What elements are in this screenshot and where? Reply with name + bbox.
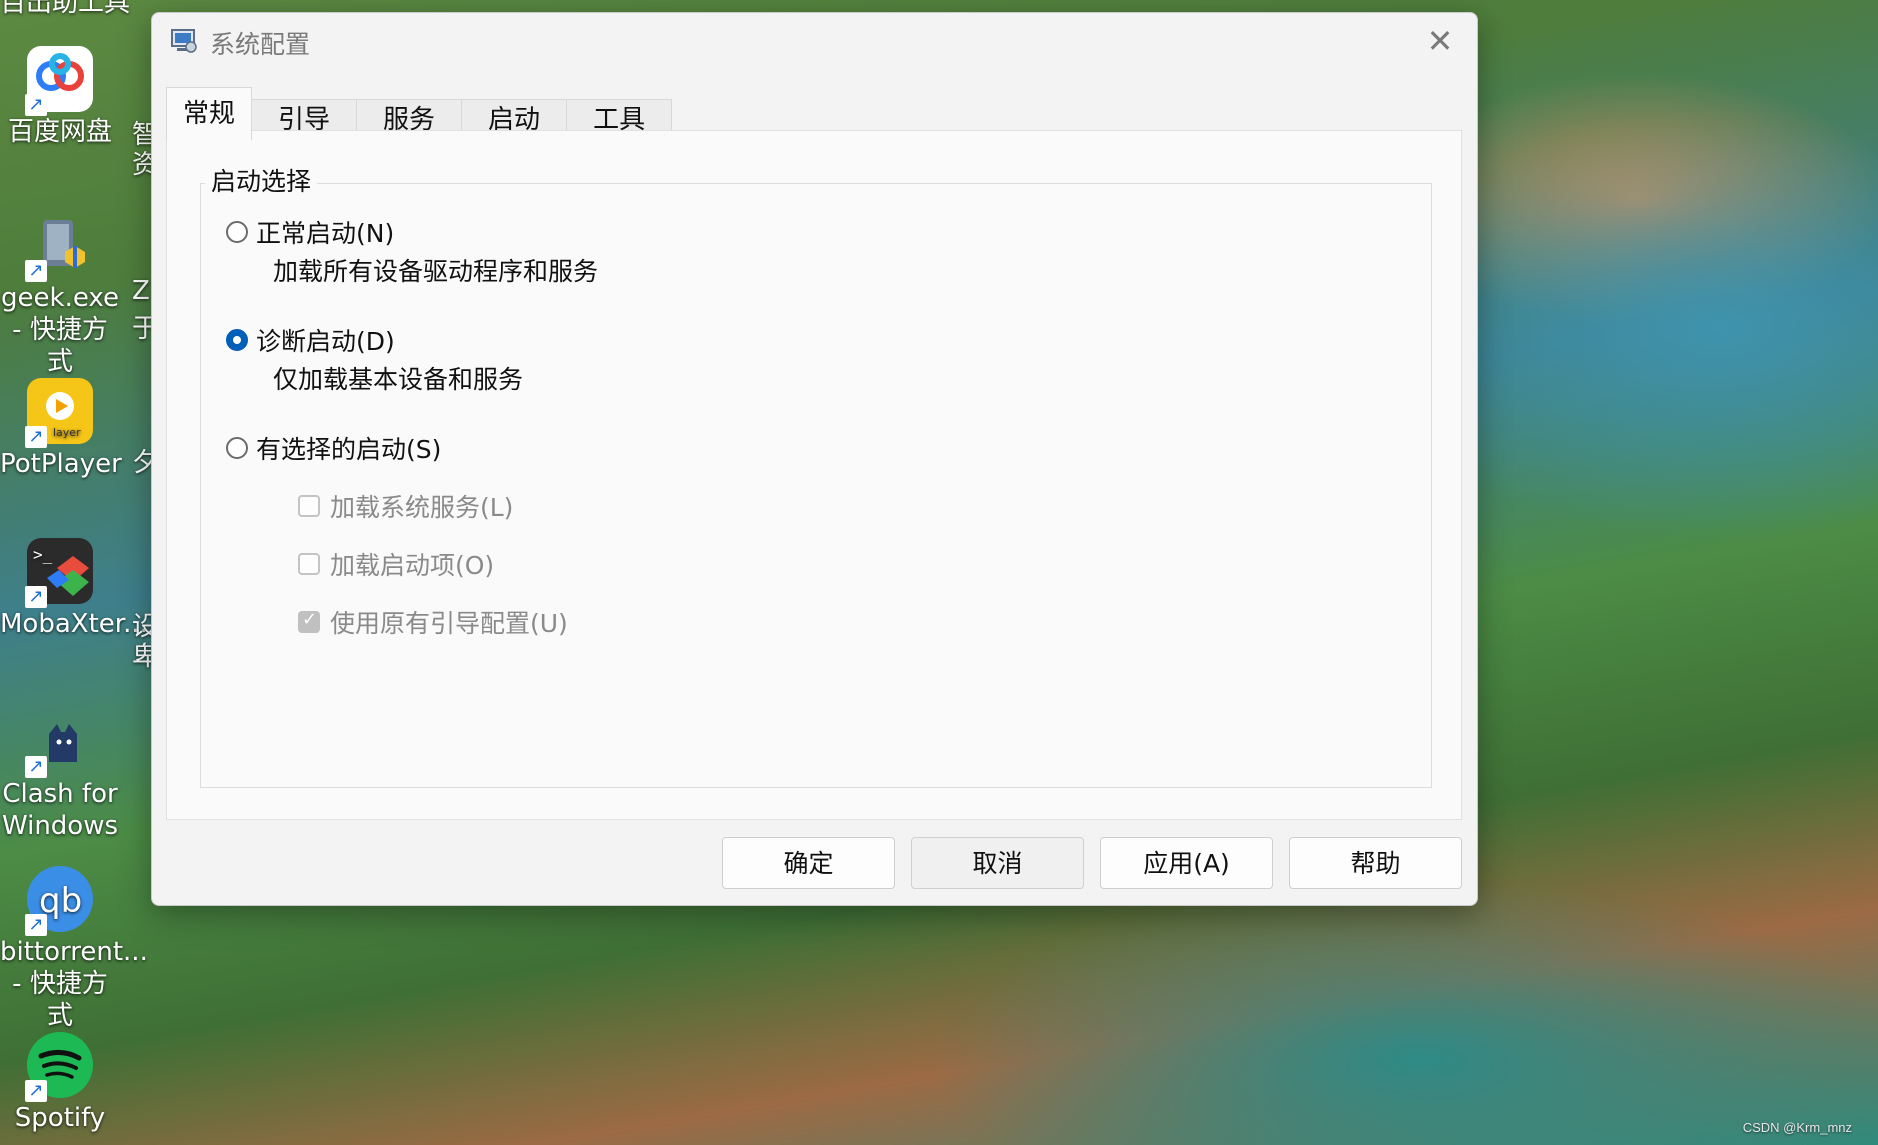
- svg-text:>_: >_: [33, 545, 53, 564]
- mobaxterm-icon: >_ ↗: [25, 538, 93, 608]
- radio-button-checked[interactable]: [226, 329, 248, 351]
- checkbox-disabled-checked[interactable]: [298, 609, 320, 633]
- radio-selective-startup[interactable]: 有选择的启动(S): [226, 430, 441, 466]
- shortcut-arrow-icon: ↗: [25, 260, 47, 282]
- desktop-icon-label: geek.exe - 快捷方式: [1, 283, 119, 377]
- tab-general[interactable]: 常规: [166, 87, 253, 140]
- radio-label: 正常启动(N): [256, 219, 395, 248]
- svg-text:layer: layer: [53, 426, 81, 439]
- shortcut-arrow-icon: ↗: [25, 586, 47, 608]
- spotify-icon: ↗: [25, 1032, 93, 1102]
- startup-selection-group: 启动选择 正常启动(N) 加载所有设备驱动程序和服务 诊断启动(D) 仅加载基本…: [200, 162, 1432, 788]
- desktop-icon-label: MobaXter...: [0, 609, 148, 639]
- desktop-icon-clash[interactable]: ↗ Clash for Windows: [0, 708, 120, 842]
- radio-label: 有选择的启动(S): [256, 435, 442, 464]
- radio-normal-startup[interactable]: 正常启动(N): [226, 214, 394, 250]
- apply-button[interactable]: 应用(A): [1100, 837, 1273, 889]
- ok-button[interactable]: 确定: [722, 837, 895, 889]
- desktop-icon-label: Clash for Windows: [1, 779, 119, 841]
- msconfig-app-icon: [170, 27, 198, 55]
- radio-button[interactable]: [226, 221, 248, 243]
- desktop-icon-mobaxterm[interactable]: >_ ↗ MobaXter...: [0, 538, 148, 640]
- general-tab-panel: 启动选择 正常启动(N) 加载所有设备驱动程序和服务 诊断启动(D) 仅加载基本…: [166, 130, 1462, 820]
- desktop-icon-label: PotPlayer: [0, 449, 122, 479]
- dialog-title: 系统配置: [210, 30, 311, 59]
- system-configuration-dialog: 系统配置 ✕ 常规 引导 服务 启动 工具 启动选择 正常启动(N) 加载所有设…: [151, 12, 1478, 906]
- dialog-titlebar[interactable]: 系统配置 ✕: [152, 13, 1477, 83]
- checkbox-use-original-boot-config[interactable]: 使用原有引导配置(U): [298, 604, 568, 640]
- close-icon: ✕: [1426, 22, 1454, 60]
- baidu-netdisk-icon: ↗: [25, 46, 93, 116]
- group-title: 启动选择: [205, 162, 318, 198]
- normal-startup-description: 加载所有设备驱动程序和服务: [273, 257, 599, 286]
- close-button[interactable]: ✕: [1415, 21, 1465, 61]
- checkbox-disabled[interactable]: [298, 553, 320, 575]
- help-button[interactable]: 帮助: [1289, 837, 1462, 889]
- desktop-icon-baidu-netdisk[interactable]: ↗ 百度网盘: [0, 46, 120, 148]
- checkbox-label: 加载启动项(O): [330, 551, 495, 580]
- desktop-icon-qbittorrent[interactable]: qb ↗ bittorrent... - 快捷方式: [0, 866, 148, 1032]
- geek-uninstaller-icon: ↗: [25, 212, 93, 282]
- desktop-icon-label: 百度网盘: [7, 117, 112, 147]
- csdn-watermark: CSDN @Krm_mnz: [1742, 1120, 1852, 1135]
- diagnostic-startup-description: 仅加载基本设备和服务: [273, 365, 524, 394]
- cancel-button[interactable]: 取消: [911, 837, 1084, 889]
- radio-button[interactable]: [226, 437, 248, 459]
- checkbox-load-system-services[interactable]: 加载系统服务(L): [298, 488, 513, 524]
- shortcut-arrow-icon: ↗: [25, 756, 47, 778]
- radio-label: 诊断启动(D): [256, 327, 395, 356]
- clash-cat-icon: ↗: [25, 708, 93, 778]
- desktop-icon-geek[interactable]: ↗ geek.exe - 快捷方式: [0, 212, 120, 378]
- qbittorrent-icon: qb ↗: [25, 866, 93, 936]
- radio-diagnostic-startup[interactable]: 诊断启动(D): [226, 322, 395, 358]
- shortcut-arrow-icon: ↗: [25, 426, 47, 448]
- checkbox-label: 加载系统服务(L): [330, 493, 514, 522]
- shortcut-arrow-icon: ↗: [25, 914, 47, 936]
- checkbox-disabled[interactable]: [298, 495, 320, 517]
- desktop-top-partial-label: 百出助工具: [0, 0, 131, 18]
- desktop-icon-label: bittorrent... - 快捷方式: [0, 937, 148, 1031]
- shortcut-arrow-icon: ↗: [25, 1080, 47, 1102]
- shortcut-arrow-icon: ↗: [25, 94, 47, 116]
- potplayer-icon: layer ↗: [25, 378, 93, 448]
- checkbox-label: 使用原有引导配置(U): [330, 609, 568, 638]
- partial-icon-label: Z: [132, 276, 150, 306]
- desktop-icon-label: Spotify: [14, 1103, 106, 1133]
- desktop-icon-spotify[interactable]: ↗ Spotify: [0, 1032, 120, 1134]
- checkbox-load-startup-items[interactable]: 加载启动项(O): [298, 546, 494, 582]
- desktop-icon-potplayer[interactable]: layer ↗ PotPlayer: [0, 378, 122, 480]
